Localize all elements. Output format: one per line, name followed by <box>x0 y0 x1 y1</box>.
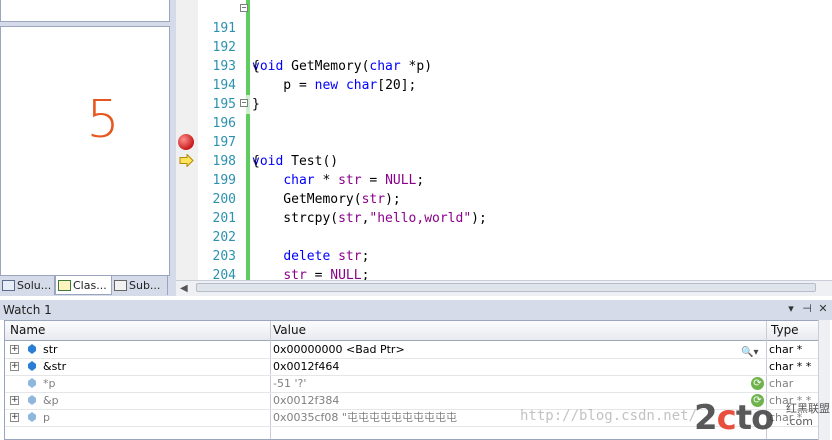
watch-type: char <box>769 377 794 390</box>
watch-window-titlebar: Watch 1 ▾ ⊣ ✕ <box>0 300 832 320</box>
code-line: 203 str = NULL; <box>198 228 832 280</box>
watermark-url: http://blog.csdn.net/ <box>520 408 698 424</box>
grid-header: Name Value Type <box>5 321 829 341</box>
collapse-icon[interactable]: − <box>240 4 248 12</box>
code-line: 195 <box>198 76 832 112</box>
solution-explorer-icon <box>2 280 15 291</box>
refresh-icon[interactable]: ⟳ <box>751 377 764 390</box>
pin-icon[interactable]: ⊣ <box>800 302 814 316</box>
watch-row[interactable]: *p -51 '?' ⟳ char <box>5 375 829 393</box>
code-editor[interactable]: 191 − void GetMemory(char *p) 192 { 193 … <box>198 0 832 280</box>
tab-label: Sub... <box>129 279 161 292</box>
watch-value[interactable]: -51 '?' <box>273 375 306 392</box>
code-line: 202 delete str; <box>198 209 832 264</box>
expand-icon[interactable]: + <box>10 362 19 371</box>
tab-label: Clas... <box>73 278 107 292</box>
column-header-type[interactable]: Type <box>771 323 799 337</box>
window-dropdown-icon[interactable]: ▾ <box>784 302 798 316</box>
expand-icon[interactable]: + <box>10 413 19 422</box>
code-line: 193 p = new char[20]; <box>198 38 832 93</box>
variable-icon <box>28 378 36 388</box>
code-line: 204 } <box>198 247 832 280</box>
tab-sub[interactable]: Sub... <box>112 276 168 295</box>
watermark-logo: 2cto <box>694 398 774 438</box>
watermark-logo-caption: 红黑联盟 .com <box>786 402 830 428</box>
tab-label: Solu... <box>17 279 52 292</box>
watch-name[interactable]: &p <box>43 392 59 409</box>
watch-name[interactable]: p <box>43 409 50 426</box>
watch-name[interactable]: str <box>43 341 58 358</box>
tab-class-view[interactable]: Clas... <box>55 276 112 295</box>
code-line: 200 strcpy(str,"hello,world"); <box>198 171 832 226</box>
watch-value[interactable]: 0x00000000 <Bad Ptr> <box>273 341 405 358</box>
watch-value[interactable]: 0x0035cf08 "屯屯屯屯屯屯屯屯屯屯 <box>273 409 457 426</box>
watch-value[interactable]: 0x0012f384 <box>273 392 339 409</box>
watch-type: char * * <box>769 360 812 373</box>
code-line: 197 { <box>198 114 832 169</box>
variable-icon <box>28 344 36 354</box>
left-main-pane <box>0 26 170 276</box>
code-line: 196 − void Test() <box>198 95 832 170</box>
variable-icon <box>28 361 36 371</box>
current-line-arrow-icon <box>179 154 194 167</box>
watch-value[interactable]: 0x0012f464 <box>273 358 339 375</box>
code-line: 191 − void GetMemory(char *p) <box>198 0 832 75</box>
column-header-name[interactable]: Name <box>10 323 45 337</box>
watch-name[interactable]: &str <box>43 358 66 375</box>
code-line: 194 } <box>198 57 832 112</box>
code-line-breakpoint: 198 char * str = NULL; <box>198 133 832 188</box>
expand-icon[interactable]: + <box>10 345 19 354</box>
code-line: 201 <box>198 190 832 226</box>
watch-row[interactable]: + &str 0x0012f464 char * * <box>5 358 829 376</box>
left-top-pane <box>0 0 170 22</box>
expand-icon[interactable]: + <box>10 396 19 405</box>
variable-icon <box>28 412 36 422</box>
watch-type: char * <box>769 343 803 356</box>
class-view-icon <box>58 279 71 291</box>
scroll-left-icon[interactable]: ◀ <box>180 283 188 294</box>
breakpoint-icon[interactable] <box>178 134 194 150</box>
tab-solution-explorer[interactable]: Solu... <box>0 276 55 295</box>
collapse-icon[interactable]: − <box>240 99 248 107</box>
watch-row[interactable]: + str 0x00000000 <Bad Ptr> 🔍▾ char * <box>5 341 829 359</box>
close-icon[interactable]: ✕ <box>816 302 830 316</box>
left-panel-tabs: Solu... Clas... Sub... <box>0 276 170 296</box>
code-line-current: 199 GetMemory(str); <box>198 152 832 207</box>
code-line: 192 { <box>198 19 832 74</box>
watch-name[interactable]: *p <box>43 375 55 392</box>
code-line: 205 <box>198 266 832 280</box>
sub-icon <box>114 280 127 291</box>
column-header-value[interactable]: Value <box>273 323 306 337</box>
watch-window-title: Watch 1 <box>3 303 52 317</box>
variable-icon <box>28 395 36 405</box>
scrollbar-thumb[interactable] <box>196 283 816 292</box>
